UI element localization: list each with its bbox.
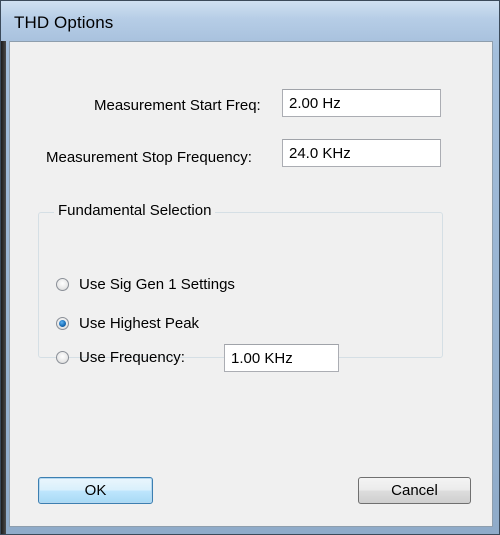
radio-label-highest-peak: Use Highest Peak — [79, 315, 200, 332]
radio-use-highest-peak[interactable]: Use Highest Peak — [56, 315, 199, 332]
measurement-start-label: Measurement Start Freq: — [94, 97, 261, 114]
radio-button[interactable] — [56, 278, 69, 291]
dialog-title: THD Options — [14, 13, 114, 32]
radio-button[interactable] — [56, 351, 69, 364]
fundamental-frequency-input[interactable] — [224, 344, 339, 372]
measurement-stop-label: Measurement Stop Frequency: — [46, 149, 252, 166]
thd-options-dialog: THD Options Measurement Start Freq: Meas… — [0, 0, 500, 535]
radio-label-sig-gen-1: Use Sig Gen 1 Settings — [79, 276, 235, 293]
title-bar[interactable]: THD Options — [1, 1, 499, 41]
radio-button-selected[interactable] — [56, 317, 69, 330]
radio-label-use-frequency: Use Frequency: — [79, 349, 185, 366]
radio-use-sig-gen-1[interactable]: Use Sig Gen 1 Settings — [56, 276, 235, 293]
radio-use-frequency[interactable]: Use Frequency: — [56, 349, 185, 366]
cancel-button[interactable]: Cancel — [358, 477, 471, 504]
measurement-stop-input[interactable] — [282, 139, 441, 167]
measurement-start-input[interactable] — [282, 89, 441, 117]
fundamental-selection-caption: Fundamental Selection — [54, 202, 216, 219]
ok-button[interactable]: OK — [38, 477, 153, 504]
